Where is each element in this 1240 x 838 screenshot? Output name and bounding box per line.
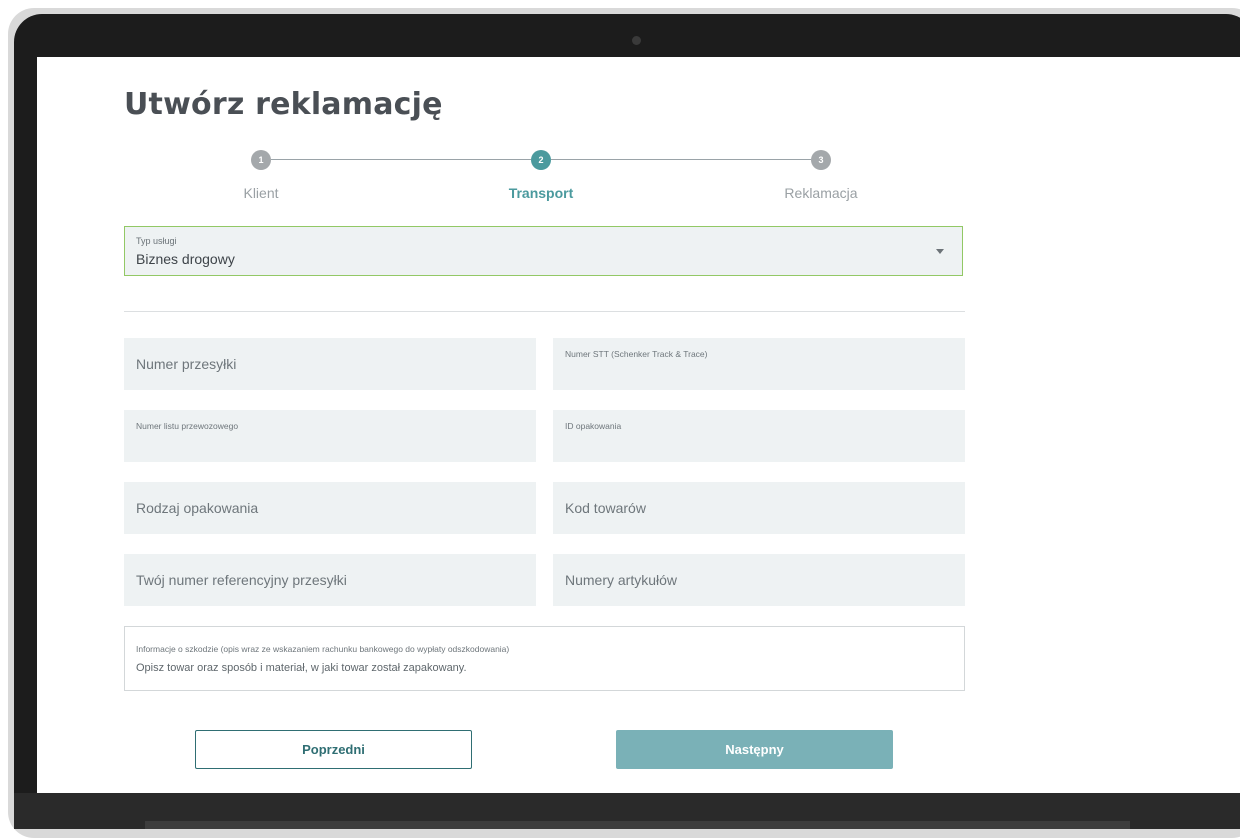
previous-button[interactable]: Poprzedni (195, 730, 472, 769)
shipment-number-placeholder: Numer przesyłki (136, 356, 237, 372)
waybill-number-label: Numer listu przewozowego (136, 421, 239, 431)
article-numbers-placeholder: Numery artykułów (565, 572, 678, 588)
shipment-number-field[interactable]: Numer przesyłki (124, 338, 536, 390)
step-connector-1 (271, 159, 531, 160)
divider (124, 311, 965, 312)
service-type-value: Biznes drogowy (136, 251, 235, 267)
service-type-label: Typ usługi (136, 236, 177, 246)
chevron-down-icon[interactable] (936, 249, 944, 254)
step-connector-2 (551, 159, 811, 160)
package-type-field[interactable]: Rodzaj opakowania (124, 482, 536, 534)
stt-number-field[interactable]: Numer STT (Schenker Track & Trace) (553, 338, 965, 390)
damage-info-textarea[interactable]: Informacje o szkodzie (opis wraz ze wska… (124, 626, 965, 691)
goods-code-placeholder: Kod towarów (565, 500, 646, 516)
screen: Utwórz reklamację 1 2 3 Klient Transport… (37, 57, 1240, 793)
damage-info-label: Informacje o szkodzie (opis wraz ze wska… (136, 644, 510, 654)
goods-code-field[interactable]: Kod towarów (553, 482, 965, 534)
page-title: Utwórz reklamację (124, 87, 443, 122)
laptop-base (145, 821, 1130, 829)
next-button[interactable]: Następny (616, 730, 893, 769)
step-2-indicator[interactable]: 2 (531, 150, 551, 170)
package-id-field[interactable]: ID opakowania (553, 410, 965, 462)
step-2-label: Transport (508, 185, 574, 201)
step-1-label: Klient (243, 185, 279, 201)
stt-number-label: Numer STT (Schenker Track & Trace) (565, 349, 708, 359)
service-type-select[interactable]: Typ usługi Biznes drogowy (124, 226, 963, 276)
package-id-label: ID opakowania (565, 421, 622, 431)
step-3-label: Reklamacja (784, 185, 858, 201)
waybill-number-field[interactable]: Numer listu przewozowego (124, 410, 536, 462)
article-numbers-field[interactable]: Numery artykułów (553, 554, 965, 606)
step-3-indicator[interactable]: 3 (811, 150, 831, 170)
reference-number-placeholder: Twój numer referencyjny przesyłki (136, 572, 347, 588)
package-type-placeholder: Rodzaj opakowania (136, 500, 259, 516)
step-1-indicator[interactable]: 1 (251, 150, 271, 170)
damage-info-placeholder: Opisz towar oraz sposób i materiał, w ja… (136, 662, 467, 674)
reference-number-field[interactable]: Twój numer referencyjny przesyłki (124, 554, 536, 606)
camera-icon (632, 36, 641, 45)
